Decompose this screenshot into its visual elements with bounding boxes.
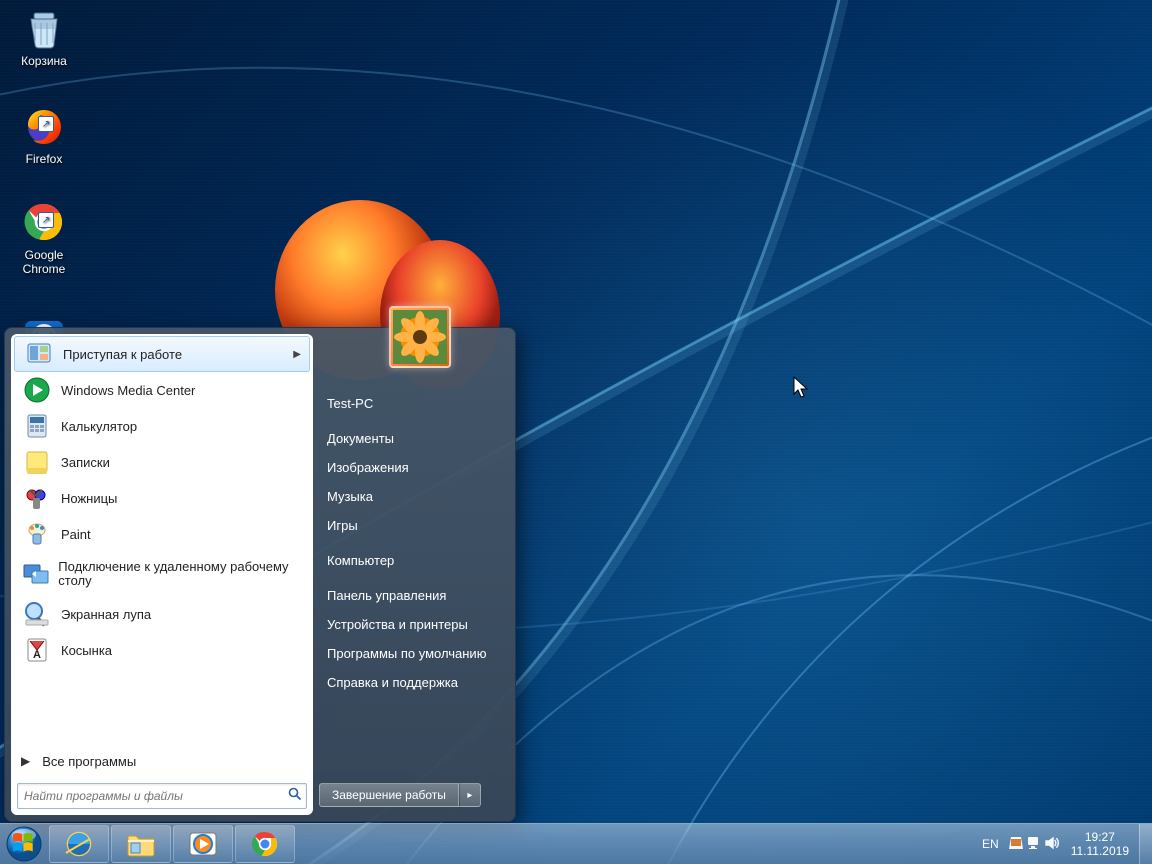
start-menu-item[interactable]: Paint (13, 516, 311, 552)
network-icon[interactable] (1025, 835, 1043, 854)
app-icon (21, 374, 53, 406)
all-programs-label: Все программы (42, 754, 136, 769)
start-menu-right-link[interactable]: Панель управления (313, 581, 509, 610)
chrome-icon: ↗ (22, 200, 66, 244)
system-tray: EN 19:27 11.11.2019 (974, 824, 1152, 864)
taskbar-clock[interactable]: 19:27 11.11.2019 (1061, 830, 1139, 858)
start-menu-item-label: Windows Media Center (61, 383, 195, 398)
app-icon (21, 410, 53, 442)
show-desktop-button[interactable] (1139, 824, 1152, 864)
recycle-bin-icon (22, 6, 66, 50)
shortcut-arrow-icon: ↗ (38, 212, 54, 228)
start-menu-item[interactable]: Записки (13, 444, 311, 480)
search-input[interactable] (18, 789, 284, 803)
language-indicator[interactable]: EN (974, 837, 1007, 851)
shortcut-arrow-icon: ↗ (38, 116, 54, 132)
start-menu-item[interactable]: Экранная лупа (13, 596, 311, 632)
app-icon (21, 558, 50, 590)
start-menu-right-link[interactable]: Музыка (313, 482, 509, 511)
search-box[interactable] (17, 783, 307, 809)
triangle-right-icon: ▶ (21, 754, 30, 768)
desktop-icon-label: Firefox (6, 152, 82, 166)
ie-icon (64, 829, 94, 859)
start-menu-right-link[interactable]: Документы (313, 424, 509, 453)
start-menu-item[interactable]: Приступая к работе ▶ (14, 336, 310, 372)
start-menu-right-link[interactable]: Программы по умолчанию (313, 639, 509, 668)
app-icon (23, 338, 55, 370)
taskbar-button-wmp[interactable] (173, 825, 233, 863)
start-menu-item-label: Подключение к удаленному рабочему столу (58, 560, 303, 588)
start-menu-right-link[interactable]: Игры (313, 511, 509, 540)
search-icon (284, 787, 306, 806)
start-menu-item[interactable]: A Косынка (13, 632, 311, 668)
start-menu-item[interactable]: Windows Media Center (13, 372, 311, 408)
cursor-icon (793, 376, 811, 400)
app-icon (21, 598, 53, 630)
start-menu-right-panel: Test-PC ДокументыИзображенияМузыкаИгры Ком… (313, 334, 509, 815)
shutdown-button[interactable]: Завершение работы (319, 783, 459, 807)
svg-text:A: A (33, 649, 41, 661)
action-center-icon[interactable] (1007, 835, 1025, 854)
windows-orb-icon (5, 825, 43, 863)
start-menu-right-link[interactable]: Изображения (313, 453, 509, 482)
desktop-icon-chrome[interactable]: ↗ Google Chrome (6, 200, 82, 276)
start-menu-item-label: Калькулятор (61, 419, 137, 434)
start-menu-item-label: Ножницы (61, 491, 117, 506)
taskbar-button-explorer[interactable] (111, 825, 171, 863)
app-icon (21, 518, 53, 550)
taskbar-button-chrome[interactable] (235, 825, 295, 863)
taskbar: EN 19:27 11.11.2019 (0, 823, 1152, 864)
desktop-icon-label: Google Chrome (6, 248, 82, 276)
clock-date: 11.11.2019 (1071, 844, 1129, 858)
all-programs-button[interactable]: ▶ Все программы (11, 744, 313, 777)
start-menu-item-label: Paint (61, 527, 91, 542)
shutdown-options-button[interactable]: ▸ (459, 783, 481, 807)
start-menu-item[interactable]: Калькулятор (13, 408, 311, 444)
start-menu-right-link[interactable]: Справка и поддержка (313, 668, 509, 697)
desktop-icon-firefox[interactable]: ↗ Firefox (6, 104, 82, 166)
user-avatar[interactable] (389, 306, 451, 368)
start-menu-right-link[interactable]: Устройства и принтеры (313, 610, 509, 639)
start-menu: Приступая к работе ▶ Windows Media Center К… (4, 327, 516, 822)
chrome-icon (251, 830, 279, 858)
start-menu-left-panel: Приступая к работе ▶ Windows Media Center К… (11, 334, 313, 815)
triangle-right-icon: ▸ (467, 790, 472, 801)
media-player-icon (188, 829, 218, 859)
app-icon (21, 482, 53, 514)
start-menu-right-link[interactable]: Test-PC (313, 389, 509, 418)
taskbar-button-ie[interactable] (49, 825, 109, 863)
desktop-icon-label: Корзина (6, 54, 82, 68)
start-menu-item-label: Приступая к работе (63, 347, 182, 362)
app-icon (21, 446, 53, 478)
start-menu-item-label: Экранная лупа (61, 607, 151, 622)
shutdown-label: Завершение работы (332, 788, 446, 802)
app-icon: A (21, 634, 53, 666)
volume-icon[interactable] (1043, 835, 1061, 854)
start-menu-item[interactable]: Ножницы (13, 480, 311, 516)
submenu-arrow-icon: ▶ (293, 349, 301, 360)
start-menu-right-link[interactable]: Компьютер (313, 546, 509, 575)
start-button[interactable] (0, 824, 48, 864)
start-menu-item-label: Записки (61, 455, 110, 470)
start-menu-item[interactable]: Подключение к удаленному рабочему столу (13, 552, 311, 596)
desktop-icon-recycle-bin[interactable]: Корзина (6, 6, 82, 68)
clock-time: 19:27 (1071, 830, 1129, 844)
firefox-icon: ↗ (22, 104, 66, 148)
folder-icon (126, 830, 156, 858)
start-menu-item-label: Косынка (61, 643, 112, 658)
